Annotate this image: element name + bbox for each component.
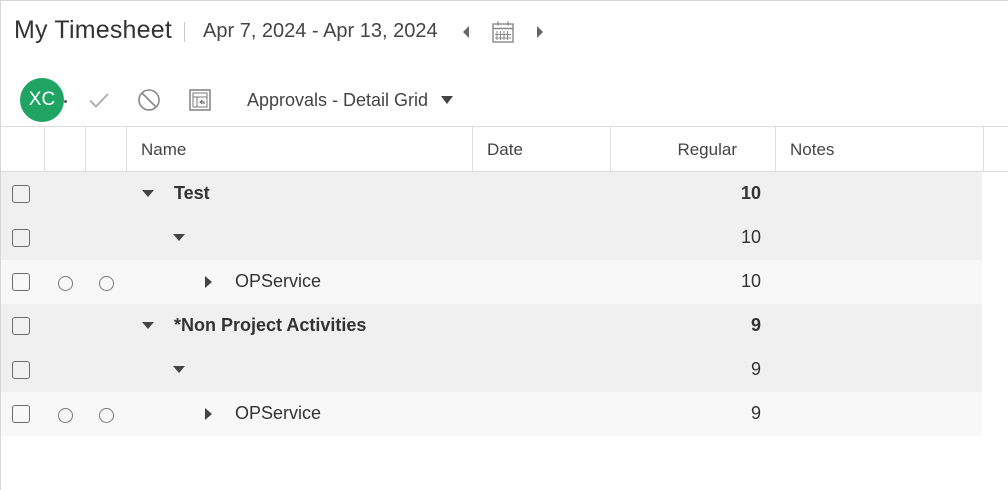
toolbar: XC Approvals - Detail Grid [20, 78, 454, 122]
row-name: OPService [235, 271, 322, 291]
table-row[interactable]: Test 10 [1, 172, 982, 216]
chevron-right-icon [536, 25, 543, 38]
block-icon [138, 89, 160, 111]
grid-header-row: Name Date Regular Notes [1, 126, 1008, 172]
title-divider [184, 22, 186, 42]
previous-week-button[interactable] [456, 20, 476, 44]
grid-view-icon [189, 89, 211, 111]
row-checkbox[interactable] [12, 317, 30, 335]
row-status-radio[interactable] [99, 408, 114, 423]
next-week-button[interactable] [530, 20, 550, 44]
row-checkbox[interactable] [12, 229, 30, 247]
row-name: *Non Project Activities [174, 315, 367, 335]
expand-caret-icon[interactable] [202, 275, 216, 289]
timesheet-header: My Timesheet Apr 7, 2024 - Apr 13, 2024 [14, 12, 550, 48]
approve-button[interactable] [86, 87, 112, 113]
collapse-caret-icon[interactable] [141, 187, 155, 201]
avatar[interactable]: XC [20, 78, 67, 122]
row-regular-hours: 10 [740, 271, 761, 291]
check-icon [89, 93, 109, 108]
page-title: My Timesheet [14, 15, 173, 44]
grid-view-button[interactable] [187, 87, 213, 113]
avatar-status-dot [64, 100, 67, 103]
header-select-column[interactable] [1, 127, 45, 172]
column-header-name[interactable]: Name [127, 127, 473, 172]
row-status-radio[interactable] [99, 276, 114, 291]
table-row[interactable]: 9 [1, 348, 982, 392]
row-regular-hours: 9 [750, 359, 761, 379]
table-row[interactable]: OPService 10 [1, 260, 982, 304]
header-status-column-2 [86, 127, 127, 172]
row-name: OPService [235, 403, 322, 423]
reject-button[interactable] [136, 87, 162, 113]
row-checkbox[interactable] [12, 361, 30, 379]
row-status-radio[interactable] [58, 408, 73, 423]
row-checkbox[interactable] [12, 405, 30, 423]
table-row[interactable]: *Non Project Activities 9 [1, 304, 982, 348]
collapse-caret-icon[interactable] [172, 363, 186, 377]
row-name: Test [174, 183, 210, 203]
calendar-icon [491, 21, 514, 43]
collapse-caret-icon[interactable] [141, 319, 155, 333]
row-checkbox[interactable] [12, 185, 30, 203]
view-selector-label: Approvals - Detail Grid [247, 89, 429, 110]
table-row[interactable]: OPService 9 [1, 392, 982, 436]
expand-caret-icon[interactable] [202, 407, 216, 421]
view-selector-dropdown[interactable]: Approvals - Detail Grid [247, 90, 454, 111]
column-header-regular[interactable]: Regular [611, 127, 776, 172]
timesheet-grid: Name Date Regular Notes Test 10 10 OPSer… [1, 126, 1008, 436]
row-regular-hours: 9 [750, 403, 761, 423]
calendar-button[interactable] [490, 19, 516, 45]
chevron-down-icon [441, 96, 454, 104]
date-range: Apr 7, 2024 - Apr 13, 2024 [203, 20, 438, 42]
table-row[interactable]: 10 [1, 216, 982, 260]
column-header-date[interactable]: Date [473, 127, 611, 172]
row-regular-hours: 10 [740, 227, 761, 247]
column-header-notes[interactable]: Notes [776, 127, 984, 172]
header-status-column-1 [45, 127, 86, 172]
row-regular-hours: 9 [750, 315, 761, 335]
collapse-caret-icon[interactable] [172, 231, 186, 245]
row-checkbox[interactable] [12, 273, 30, 291]
chevron-left-icon [462, 25, 469, 38]
row-status-radio[interactable] [58, 276, 73, 291]
row-regular-hours: 10 [740, 183, 761, 203]
avatar-initials: XC [28, 89, 56, 110]
